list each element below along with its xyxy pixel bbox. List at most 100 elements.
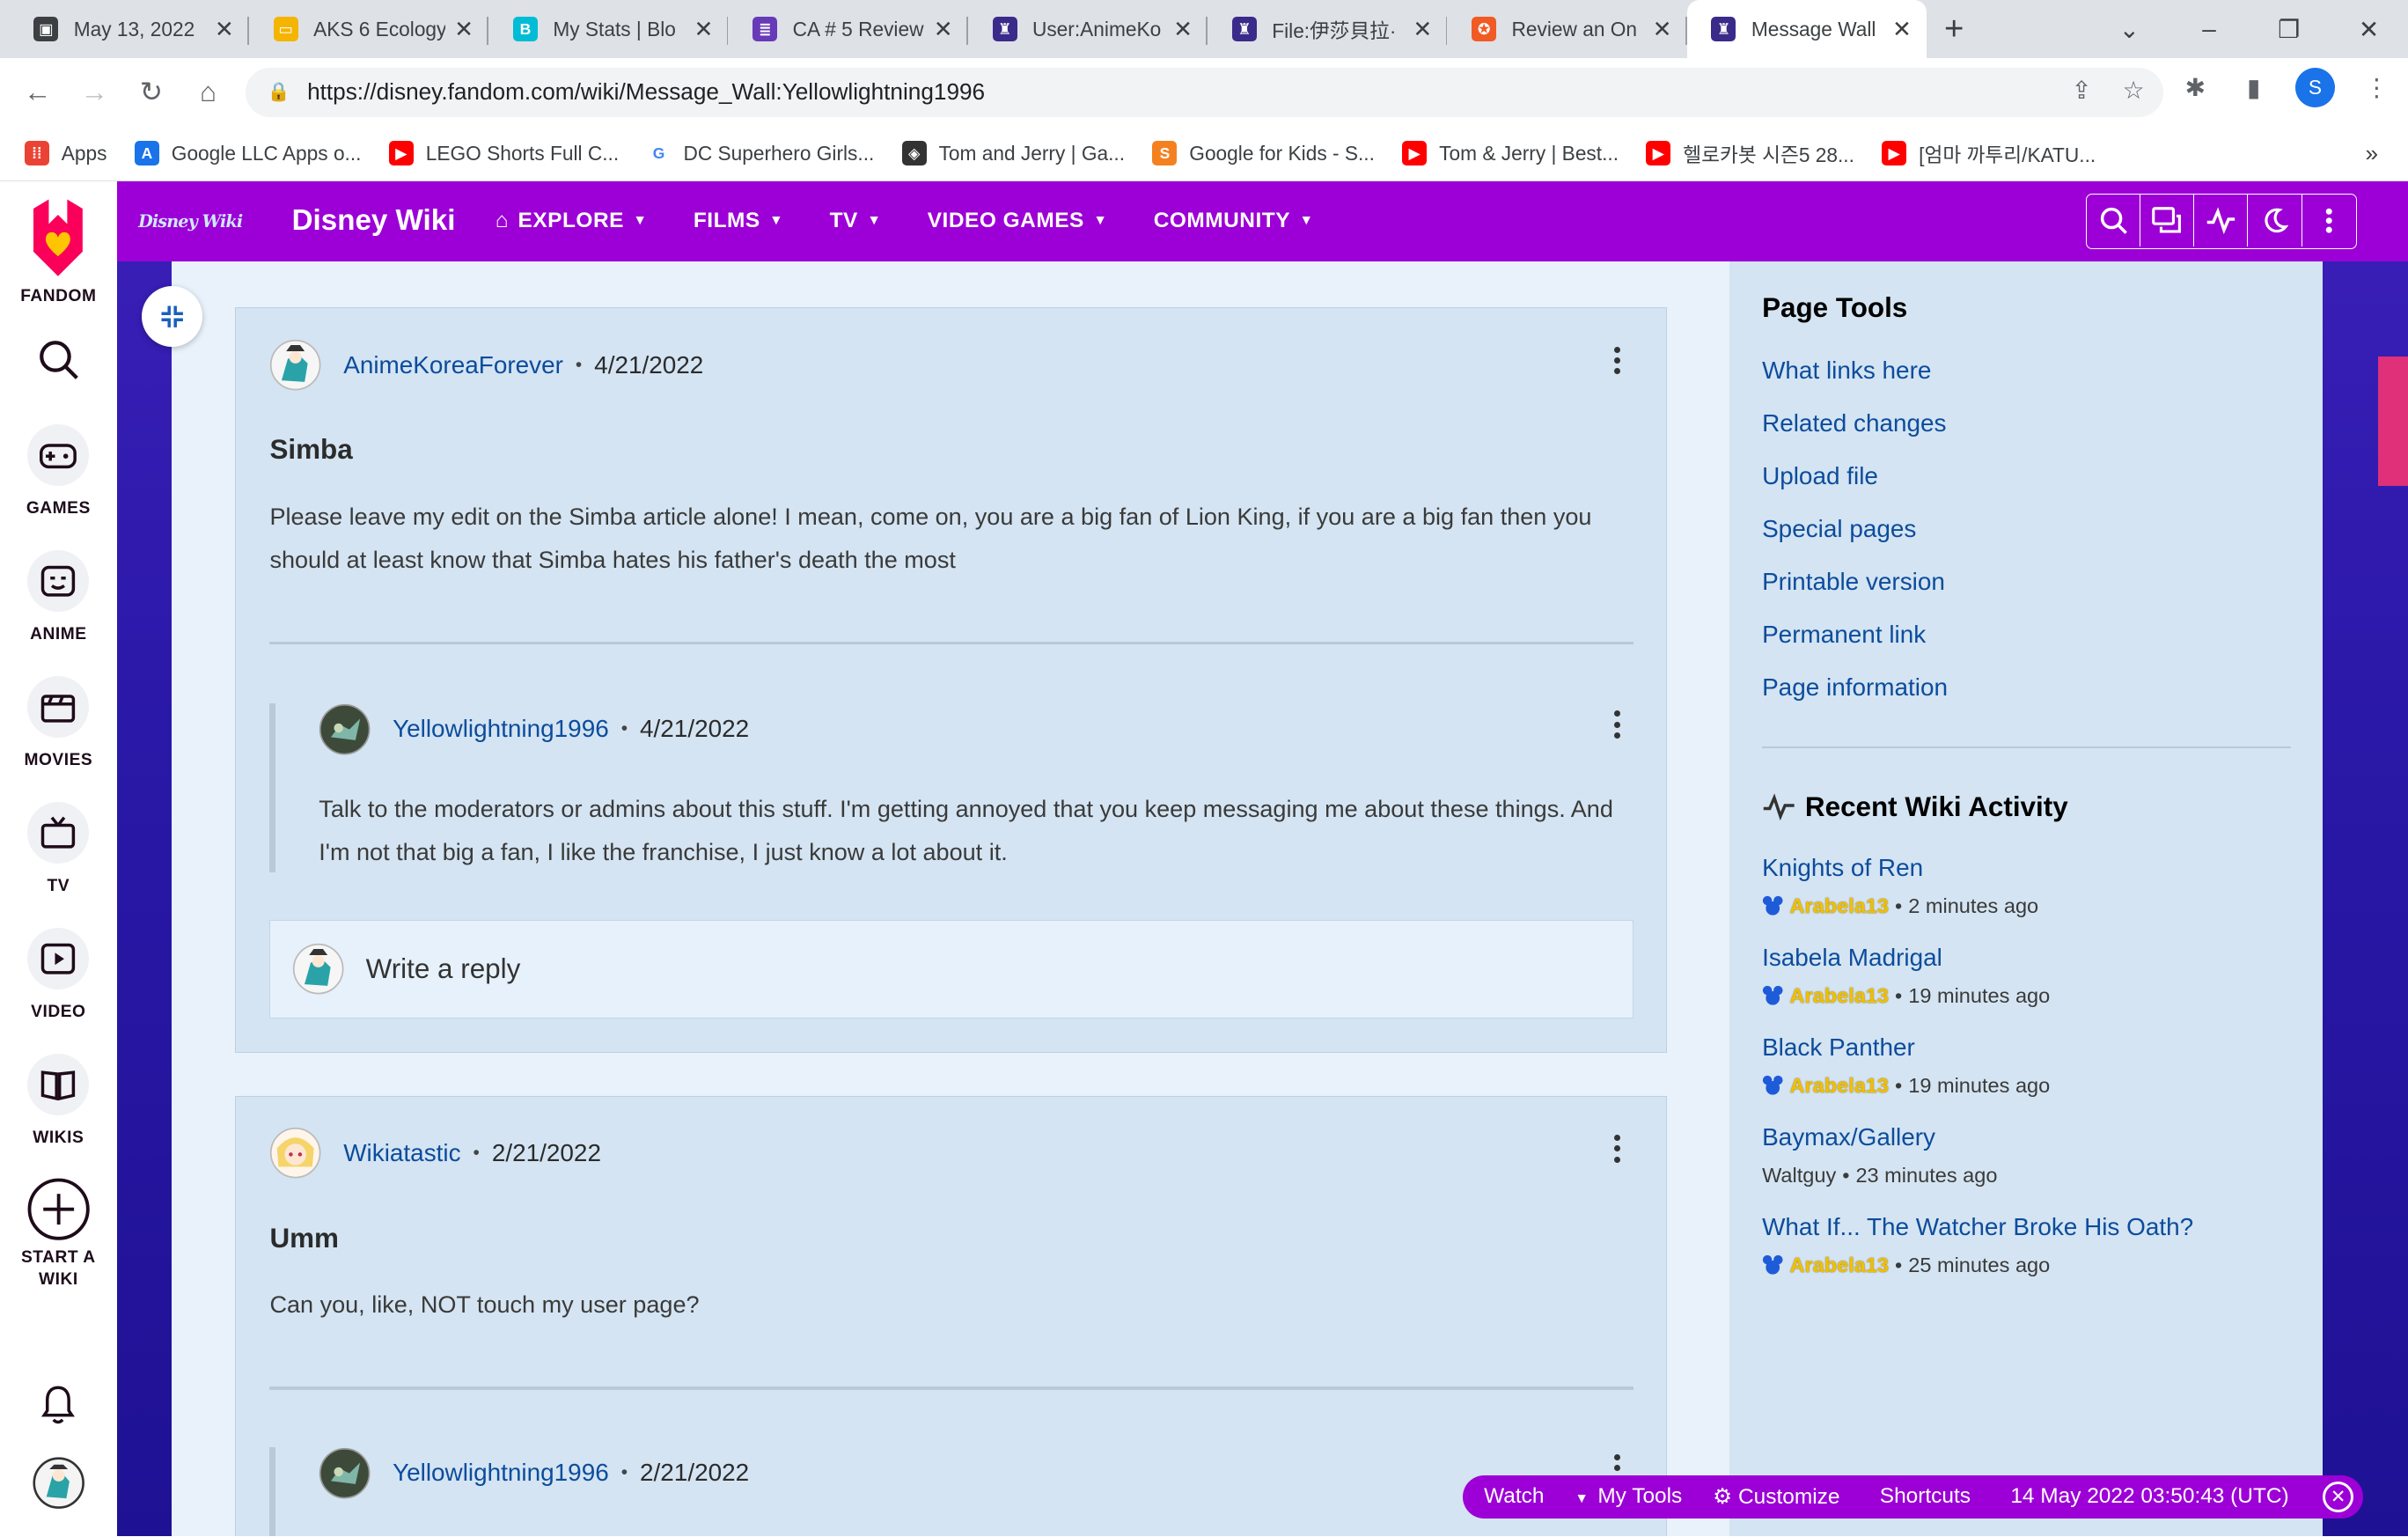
activity-page-link[interactable]: Baymax/Gallery	[1762, 1123, 1935, 1151]
close-tab-icon[interactable]: ✕	[691, 16, 716, 43]
global-search-button[interactable]	[0, 338, 117, 381]
lock-icon[interactable]: 🔒	[268, 82, 298, 103]
nav-games[interactable]: GAMES	[0, 423, 117, 519]
nav-video[interactable]: VIDEO	[0, 928, 117, 1023]
wiki-more-button[interactable]	[2302, 195, 2356, 246]
close-window-button[interactable]: ✕	[2329, 15, 2408, 44]
browser-tab[interactable]: ▣ May 13, 2022 ✕	[9, 0, 249, 58]
user-avatar-button[interactable]	[0, 1457, 117, 1509]
avatar[interactable]	[269, 1127, 321, 1179]
page-tool-link[interactable]: Related changes	[1762, 409, 1946, 438]
tab-search-icon[interactable]: ⌄	[2089, 15, 2169, 44]
author-link[interactable]: Yellowlightning1996	[393, 715, 609, 743]
close-tab-icon[interactable]: ✕	[1410, 16, 1435, 43]
activity-user[interactable]: Waltguy	[1762, 1164, 1836, 1188]
bookmark-item[interactable]: A Google LLC Apps o...	[134, 141, 361, 165]
post-date[interactable]: 2/21/2022	[492, 1139, 601, 1167]
utc-clock[interactable]: 14 May 2022 03:50:43 (UTC)	[2010, 1484, 2288, 1509]
reply-options-icon[interactable]	[1610, 710, 1625, 739]
wiki-search-button[interactable]	[2087, 194, 2141, 247]
watch-button[interactable]: Watch	[1484, 1484, 1544, 1509]
bookmark-star-icon[interactable]: ☆	[2123, 76, 2145, 105]
thread-title[interactable]: Umm	[269, 1223, 339, 1254]
nav-films[interactable]: FILMS ▼	[694, 209, 783, 233]
bookmark-item[interactable]: ▶ Tom & Jerry | Best...	[1402, 141, 1619, 165]
page-tool-link[interactable]: Page information	[1762, 673, 1948, 702]
author-link[interactable]: AnimeKoreaForever	[343, 351, 563, 379]
back-button[interactable]: ←	[9, 64, 66, 120]
bookmark-item[interactable]: S Google for Kids - S...	[1152, 141, 1375, 165]
activity-page-link[interactable]: Knights of Ren	[1762, 854, 1923, 882]
thread-title[interactable]: Simba	[269, 434, 352, 466]
activity-page-link[interactable]: Black Panther	[1762, 1033, 1915, 1062]
customize-button[interactable]: ⚙ Customize	[1713, 1483, 1839, 1510]
author-link[interactable]: Wikiatastic	[343, 1139, 460, 1167]
nav-tv[interactable]: TV	[0, 802, 117, 897]
home-button[interactable]: ⌂	[180, 64, 237, 120]
avatar[interactable]	[319, 1447, 371, 1499]
browser-tab[interactable]: ♜ User:AnimeKo ✕	[968, 0, 1208, 58]
nav-movies[interactable]: MOVIES	[0, 676, 117, 771]
browser-tab[interactable]: ✪ Review an On ✕	[1447, 0, 1687, 58]
nav-start-a-wiki[interactable]: START A WIKI	[0, 1177, 117, 1291]
page-tool-link[interactable]: What links here	[1762, 357, 1931, 385]
reply-date[interactable]: 2/21/2022	[640, 1459, 749, 1487]
author-link[interactable]: Yellowlightning1996	[393, 1459, 609, 1487]
bookmark-item[interactable]: ⁞⁞ Apps	[24, 141, 107, 165]
activity-user[interactable]: Arabela13	[1789, 894, 1889, 918]
browser-tab[interactable]: ▭ AKS 6 Ecology ✕	[249, 0, 489, 58]
extensions-icon[interactable]: ✱	[2178, 70, 2212, 104]
page-tool-link[interactable]: Printable version	[1762, 568, 1945, 596]
page-tool-link[interactable]: Upload file	[1762, 462, 1878, 490]
page-tool-link[interactable]: Special pages	[1762, 515, 1916, 543]
nav-community[interactable]: COMMUNITY ▼	[1154, 209, 1314, 233]
activity-user[interactable]: Arabela13	[1789, 1254, 1889, 1277]
recent-activity-button[interactable]	[2194, 194, 2249, 247]
forward-button[interactable]: →	[66, 64, 123, 120]
side-panel-icon[interactable]: ▮	[2236, 70, 2270, 104]
profile-avatar[interactable]: S	[2294, 67, 2336, 108]
nav-anime[interactable]: ANIME	[0, 549, 117, 645]
nav-explore[interactable]: ⌂ EXPLORE ▼	[496, 209, 648, 233]
wiki-name[interactable]: Disney Wiki	[292, 204, 456, 238]
close-toolbar-icon[interactable]: ✕	[2323, 1481, 2354, 1512]
nav-wiki-tv[interactable]: TV ▼	[830, 209, 882, 233]
notifications-button[interactable]	[0, 1383, 117, 1426]
wiki-logo[interactable]: Disney Wiki	[138, 202, 268, 241]
share-icon[interactable]: ⇪	[2071, 76, 2091, 105]
bookmark-item[interactable]: ▶ LEGO Shorts Full C...	[388, 141, 619, 165]
avatar[interactable]	[319, 703, 371, 755]
write-reply-input[interactable]: Write a reply	[269, 919, 1634, 1019]
nav-video-games[interactable]: VIDEO GAMES ▼	[928, 209, 1108, 233]
bookmark-item[interactable]: ▶ 헬로카봇 시즌5 28...	[1646, 139, 1854, 168]
new-tab-button[interactable]: +	[1927, 0, 1982, 58]
close-tab-icon[interactable]: ✕	[1171, 16, 1195, 43]
browser-tab[interactable]: ♜ File:伊莎貝拉· ✕	[1208, 0, 1448, 58]
close-tab-icon[interactable]: ✕	[452, 16, 476, 43]
theme-toggle-button[interactable]	[2248, 194, 2302, 247]
post-options-icon[interactable]	[1610, 346, 1625, 375]
nav-wikis[interactable]: WIKIS	[0, 1054, 117, 1149]
menu-icon[interactable]: ⋮	[2360, 70, 2393, 104]
reply-date[interactable]: 4/21/2022	[640, 715, 749, 743]
discussions-button[interactable]	[2140, 194, 2195, 247]
activity-page-link[interactable]: What If... The Watcher Broke His Oath?	[1762, 1213, 2193, 1241]
url-text[interactable]: https://disney.fandom.com/wiki/Message_W…	[307, 78, 985, 106]
bookmark-item[interactable]: ◈ Tom and Jerry | Ga...	[901, 141, 1125, 165]
restore-button[interactable]: ❐	[2249, 15, 2329, 44]
fandom-logo[interactable]: FANDOM	[0, 196, 117, 307]
browser-tab[interactable]: B My Stats | Blo ✕	[488, 0, 729, 58]
minimize-button[interactable]: –	[2169, 15, 2250, 43]
close-tab-icon[interactable]: ✕	[931, 16, 956, 43]
close-tab-icon[interactable]: ✕	[1890, 16, 1914, 43]
my-tools-button[interactable]: ▼ My Tools	[1575, 1484, 1682, 1509]
close-tab-icon[interactable]: ✕	[212, 16, 237, 43]
close-tab-icon[interactable]: ✕	[1650, 16, 1675, 43]
page-tool-link[interactable]: Permanent link	[1762, 621, 1926, 649]
activity-user[interactable]: Arabela13	[1789, 984, 1889, 1008]
activity-user[interactable]: Arabela13	[1789, 1074, 1889, 1098]
activity-page-link[interactable]: Isabela Madrigal	[1762, 944, 1942, 972]
bookmark-item[interactable]: ▶ [엄마 까투리/KATU...	[1882, 139, 2096, 168]
browser-tab[interactable]: ≣ CA # 5 Review ✕	[728, 0, 968, 58]
browser-tab[interactable]: ♜ Message Wall ✕	[1686, 0, 1927, 59]
